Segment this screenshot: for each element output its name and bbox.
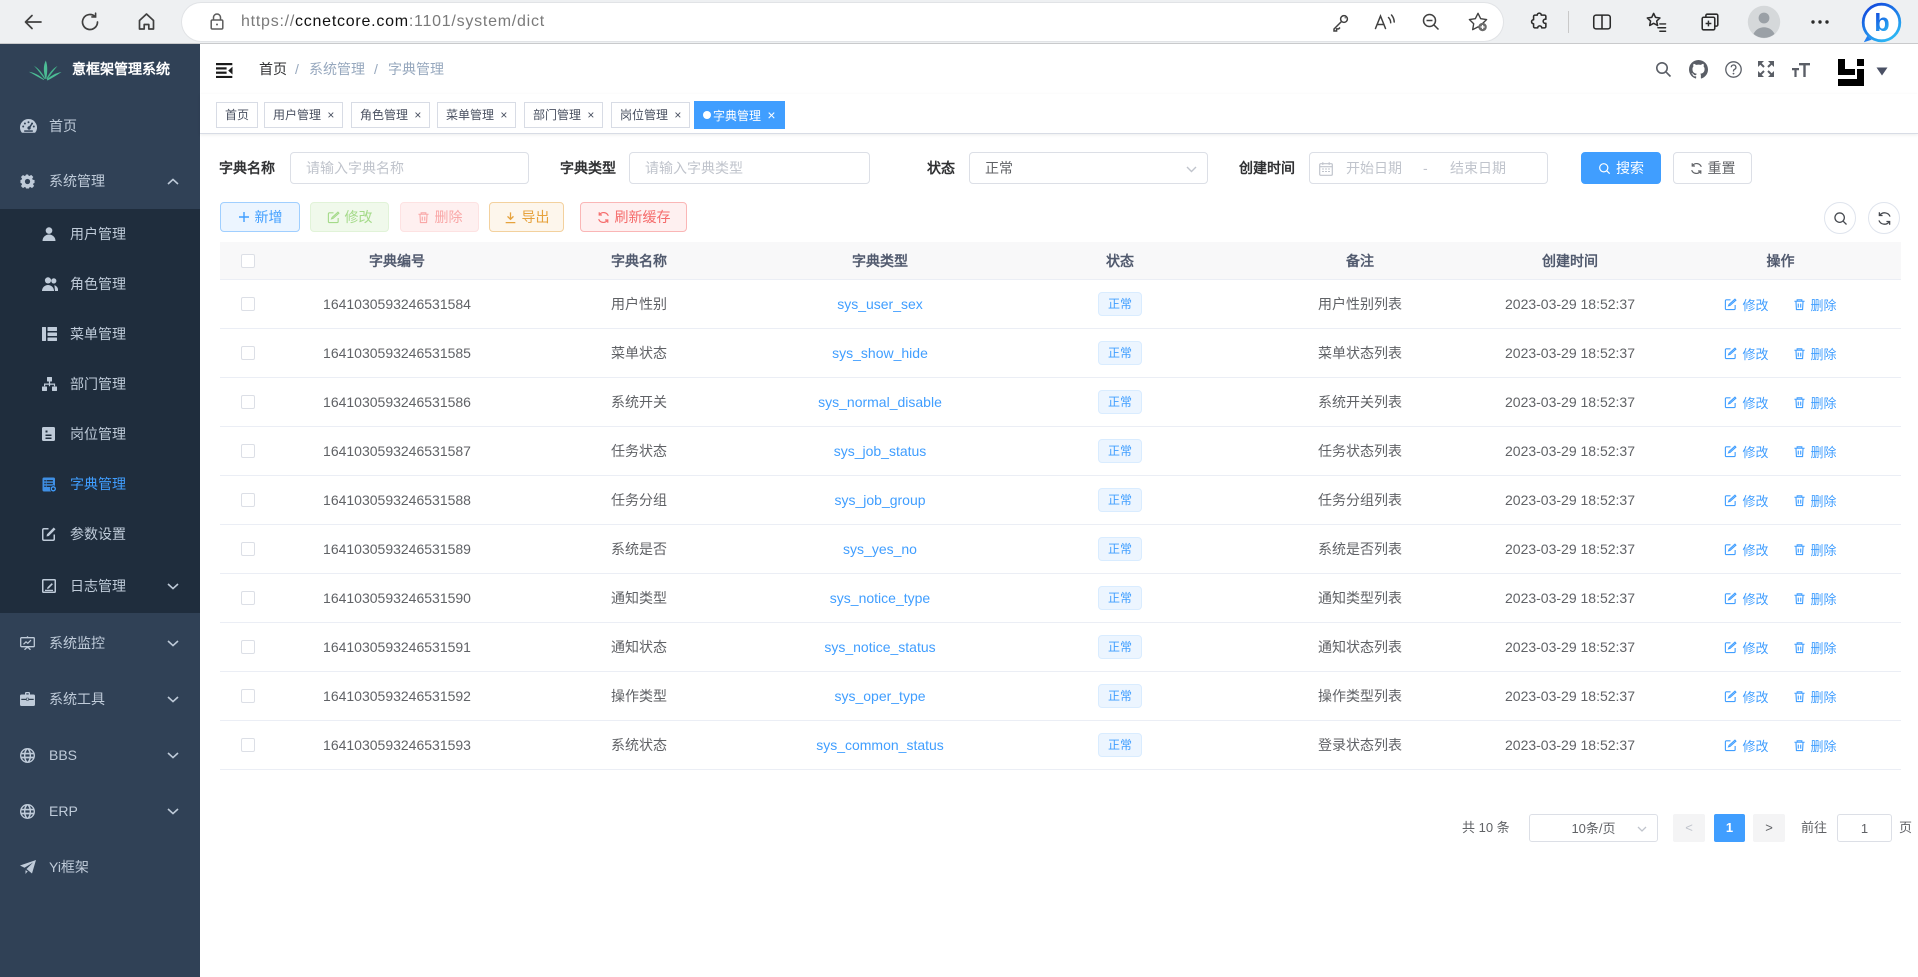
svg-text:b: b xyxy=(1874,9,1889,37)
